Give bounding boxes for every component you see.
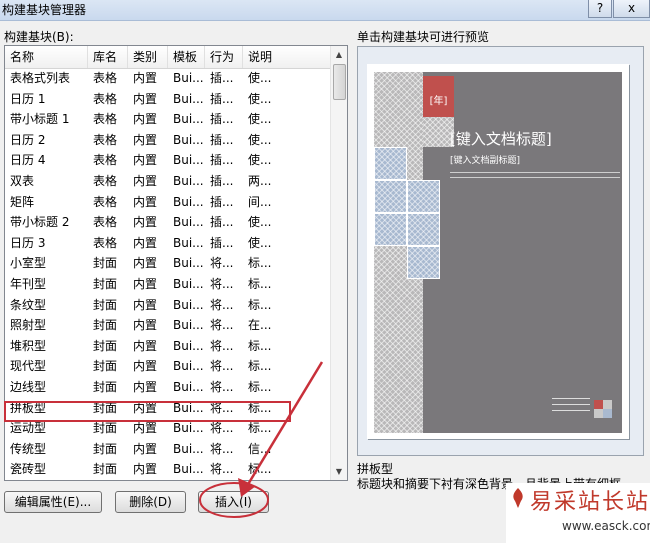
- watermark-url: www.easck.com: [562, 519, 650, 533]
- annotation-arrow: [199, 361, 324, 518]
- watermark-title: 易采站长站: [530, 490, 650, 515]
- watermark-logo-icon: [513, 488, 523, 508]
- annotation-circle: [199, 482, 269, 518]
